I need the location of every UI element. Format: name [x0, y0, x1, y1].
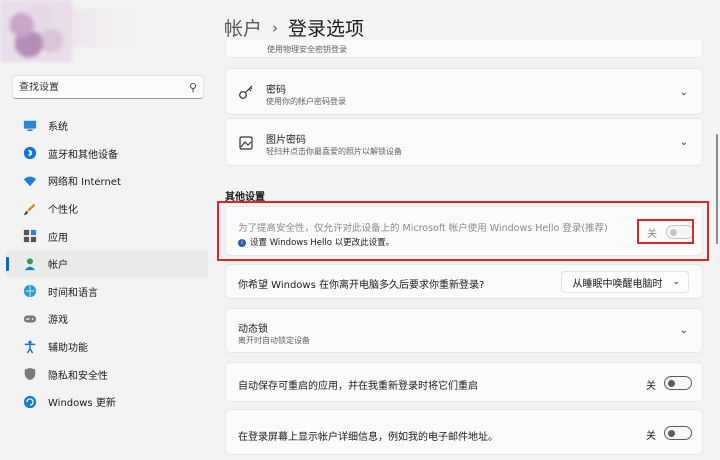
- dynamic-lock-title: 动态锁: [238, 324, 268, 335]
- sidebar-item-accessibility[interactable]: 辅助功能: [6, 333, 208, 361]
- restart-apps-toggle-label: 关: [646, 381, 656, 392]
- account-details-title: 在登录屏幕上显示帐户详细信息，例如我的电子邮件地址。: [238, 432, 498, 443]
- password-subtitle: 使用你的帐户密码登录: [266, 97, 346, 106]
- sidebar-item-label: 游戏: [48, 315, 68, 327]
- apps-icon: [22, 228, 38, 244]
- breadcrumb-accounts[interactable]: 帐户: [224, 14, 262, 41]
- sidebar-item-time-language[interactable]: 时间和语言: [6, 278, 208, 306]
- require-signin-dropdown-value: 从睡眠中唤醒电脑时: [572, 278, 663, 290]
- picture-password-title: 图片密码: [266, 135, 306, 146]
- monitor-icon: [22, 118, 38, 134]
- bluetooth-icon: [22, 145, 38, 161]
- gamepad-icon: [22, 311, 38, 327]
- breadcrumb-separator: ›: [272, 18, 279, 37]
- sidebar-item-system[interactable]: 系统: [6, 112, 208, 140]
- globe-icon: [22, 283, 38, 299]
- shield-icon: [22, 366, 38, 382]
- windows-hello-only-card: 为了提高安全性，仅允许对此设备上的 Microsoft 帐户使用 Windows…: [225, 206, 703, 256]
- wifi-icon: [22, 173, 38, 189]
- sidebar-item-accounts[interactable]: 帐户: [6, 249, 208, 278]
- info-icon: i: [238, 238, 246, 247]
- sidebar-item-personalization[interactable]: 个性化: [6, 195, 208, 223]
- restart-apps-title: 自动保存可重启的应用，并在我重新登录时将它们重启: [238, 381, 478, 392]
- windows-hello-info: i 设置 Windows Hello 以更改此设置。: [238, 236, 394, 248]
- search-input[interactable]: [19, 81, 189, 93]
- section-title: 其他设置: [225, 192, 265, 203]
- dynamic-lock-subtitle: 离开时自动锁定设备: [238, 336, 310, 345]
- sidebar-item-bluetooth[interactable]: 蓝牙和其他设备: [6, 140, 208, 168]
- chevron-down-icon[interactable]: ⌄: [680, 87, 688, 98]
- avatar[interactable]: [0, 0, 142, 62]
- require-signin-dropdown[interactable]: 从睡眠中唤醒电脑时 ⌄: [561, 271, 689, 293]
- key-icon: [238, 84, 254, 100]
- sidebar-item-apps[interactable]: 应用: [6, 222, 208, 250]
- chevron-down-icon[interactable]: ⌄: [680, 137, 688, 148]
- brush-icon: [22, 201, 38, 217]
- windows-hello-toggle: [666, 225, 694, 239]
- chevron-down-icon[interactable]: ⌄: [680, 325, 688, 336]
- accessibility-icon: [22, 339, 38, 355]
- sidebar-item-label: Windows 更新: [48, 398, 116, 410]
- require-signin-title: 你希望 Windows 在你离开电脑多久后要求你重新登录?: [238, 280, 485, 291]
- restart-apps-toggle[interactable]: [664, 376, 692, 390]
- account-details-card: 在登录屏幕上显示帐户详细信息，例如我的电子邮件地址。 关: [225, 409, 703, 455]
- picture-icon: [238, 135, 254, 151]
- sidebar-nav: 系统 蓝牙和其他设备 网络和 Internet 个性化 应用 帐户 时间和语言 …: [0, 112, 212, 416]
- sidebar-item-label: 网络和 Internet: [48, 177, 121, 189]
- sidebar-item-gaming[interactable]: 游戏: [6, 305, 208, 333]
- sidebar-item-label: 帐户: [48, 260, 68, 272]
- sidebar-item-label: 系统: [48, 122, 68, 134]
- sidebar-item-privacy[interactable]: 隐私和安全性: [6, 360, 208, 388]
- require-signin-card: 你希望 Windows 在你离开电脑多久后要求你重新登录? 从睡眠中唤醒电脑时 …: [225, 264, 703, 299]
- sidebar-item-network[interactable]: 网络和 Internet: [6, 167, 208, 195]
- update-icon: [22, 394, 38, 410]
- security-key-card[interactable]: 使用物理安全密钥登录: [225, 40, 703, 58]
- person-icon: [22, 256, 38, 272]
- scrollbar[interactable]: [716, 134, 718, 244]
- account-details-toggle-label: 关: [646, 431, 656, 442]
- password-card[interactable]: 密码 使用你的帐户密码登录 ⌄: [225, 68, 703, 115]
- sidebar-item-label: 时间和语言: [48, 287, 98, 299]
- breadcrumb: 帐户 › 登录选项: [224, 14, 364, 41]
- account-details-toggle[interactable]: [664, 426, 692, 440]
- sidebar-item-label: 蓝牙和其他设备: [48, 149, 118, 161]
- search-box[interactable]: ⚲: [12, 75, 204, 99]
- windows-hello-title: 为了提高安全性，仅允许对此设备上的 Microsoft 帐户使用 Windows…: [238, 223, 608, 234]
- password-title: 密码: [266, 85, 286, 96]
- picture-password-card[interactable]: 图片密码 轻扫并点击你最喜爱的照片以解锁设备 ⌄: [225, 118, 703, 166]
- sidebar-item-label: 应用: [48, 232, 68, 244]
- sidebar-item-label: 个性化: [48, 205, 78, 217]
- restart-apps-card: 自动保存可重启的应用，并在我重新登录时将它们重启 关: [225, 362, 703, 402]
- page-title: 登录选项: [288, 18, 365, 40]
- windows-hello-toggle-label: 关: [647, 229, 657, 240]
- sidebar-item-windows-update[interactable]: Windows 更新: [6, 388, 208, 416]
- chevron-down-icon: ⌄: [672, 277, 680, 287]
- sidebar-item-label: 隐私和安全性: [48, 370, 108, 382]
- picture-password-subtitle: 轻扫并点击你最喜爱的照片以解锁设备: [266, 147, 402, 156]
- sidebar-item-label: 辅助功能: [48, 343, 88, 355]
- windows-hello-info-text: 设置 Windows Hello 以更改此设置。: [250, 238, 395, 248]
- dynamic-lock-card[interactable]: 动态锁 离开时自动锁定设备 ⌄: [225, 308, 703, 353]
- security-key-subtitle: 使用物理安全密钥登录: [267, 45, 347, 54]
- search-icon[interactable]: ⚲: [189, 81, 197, 94]
